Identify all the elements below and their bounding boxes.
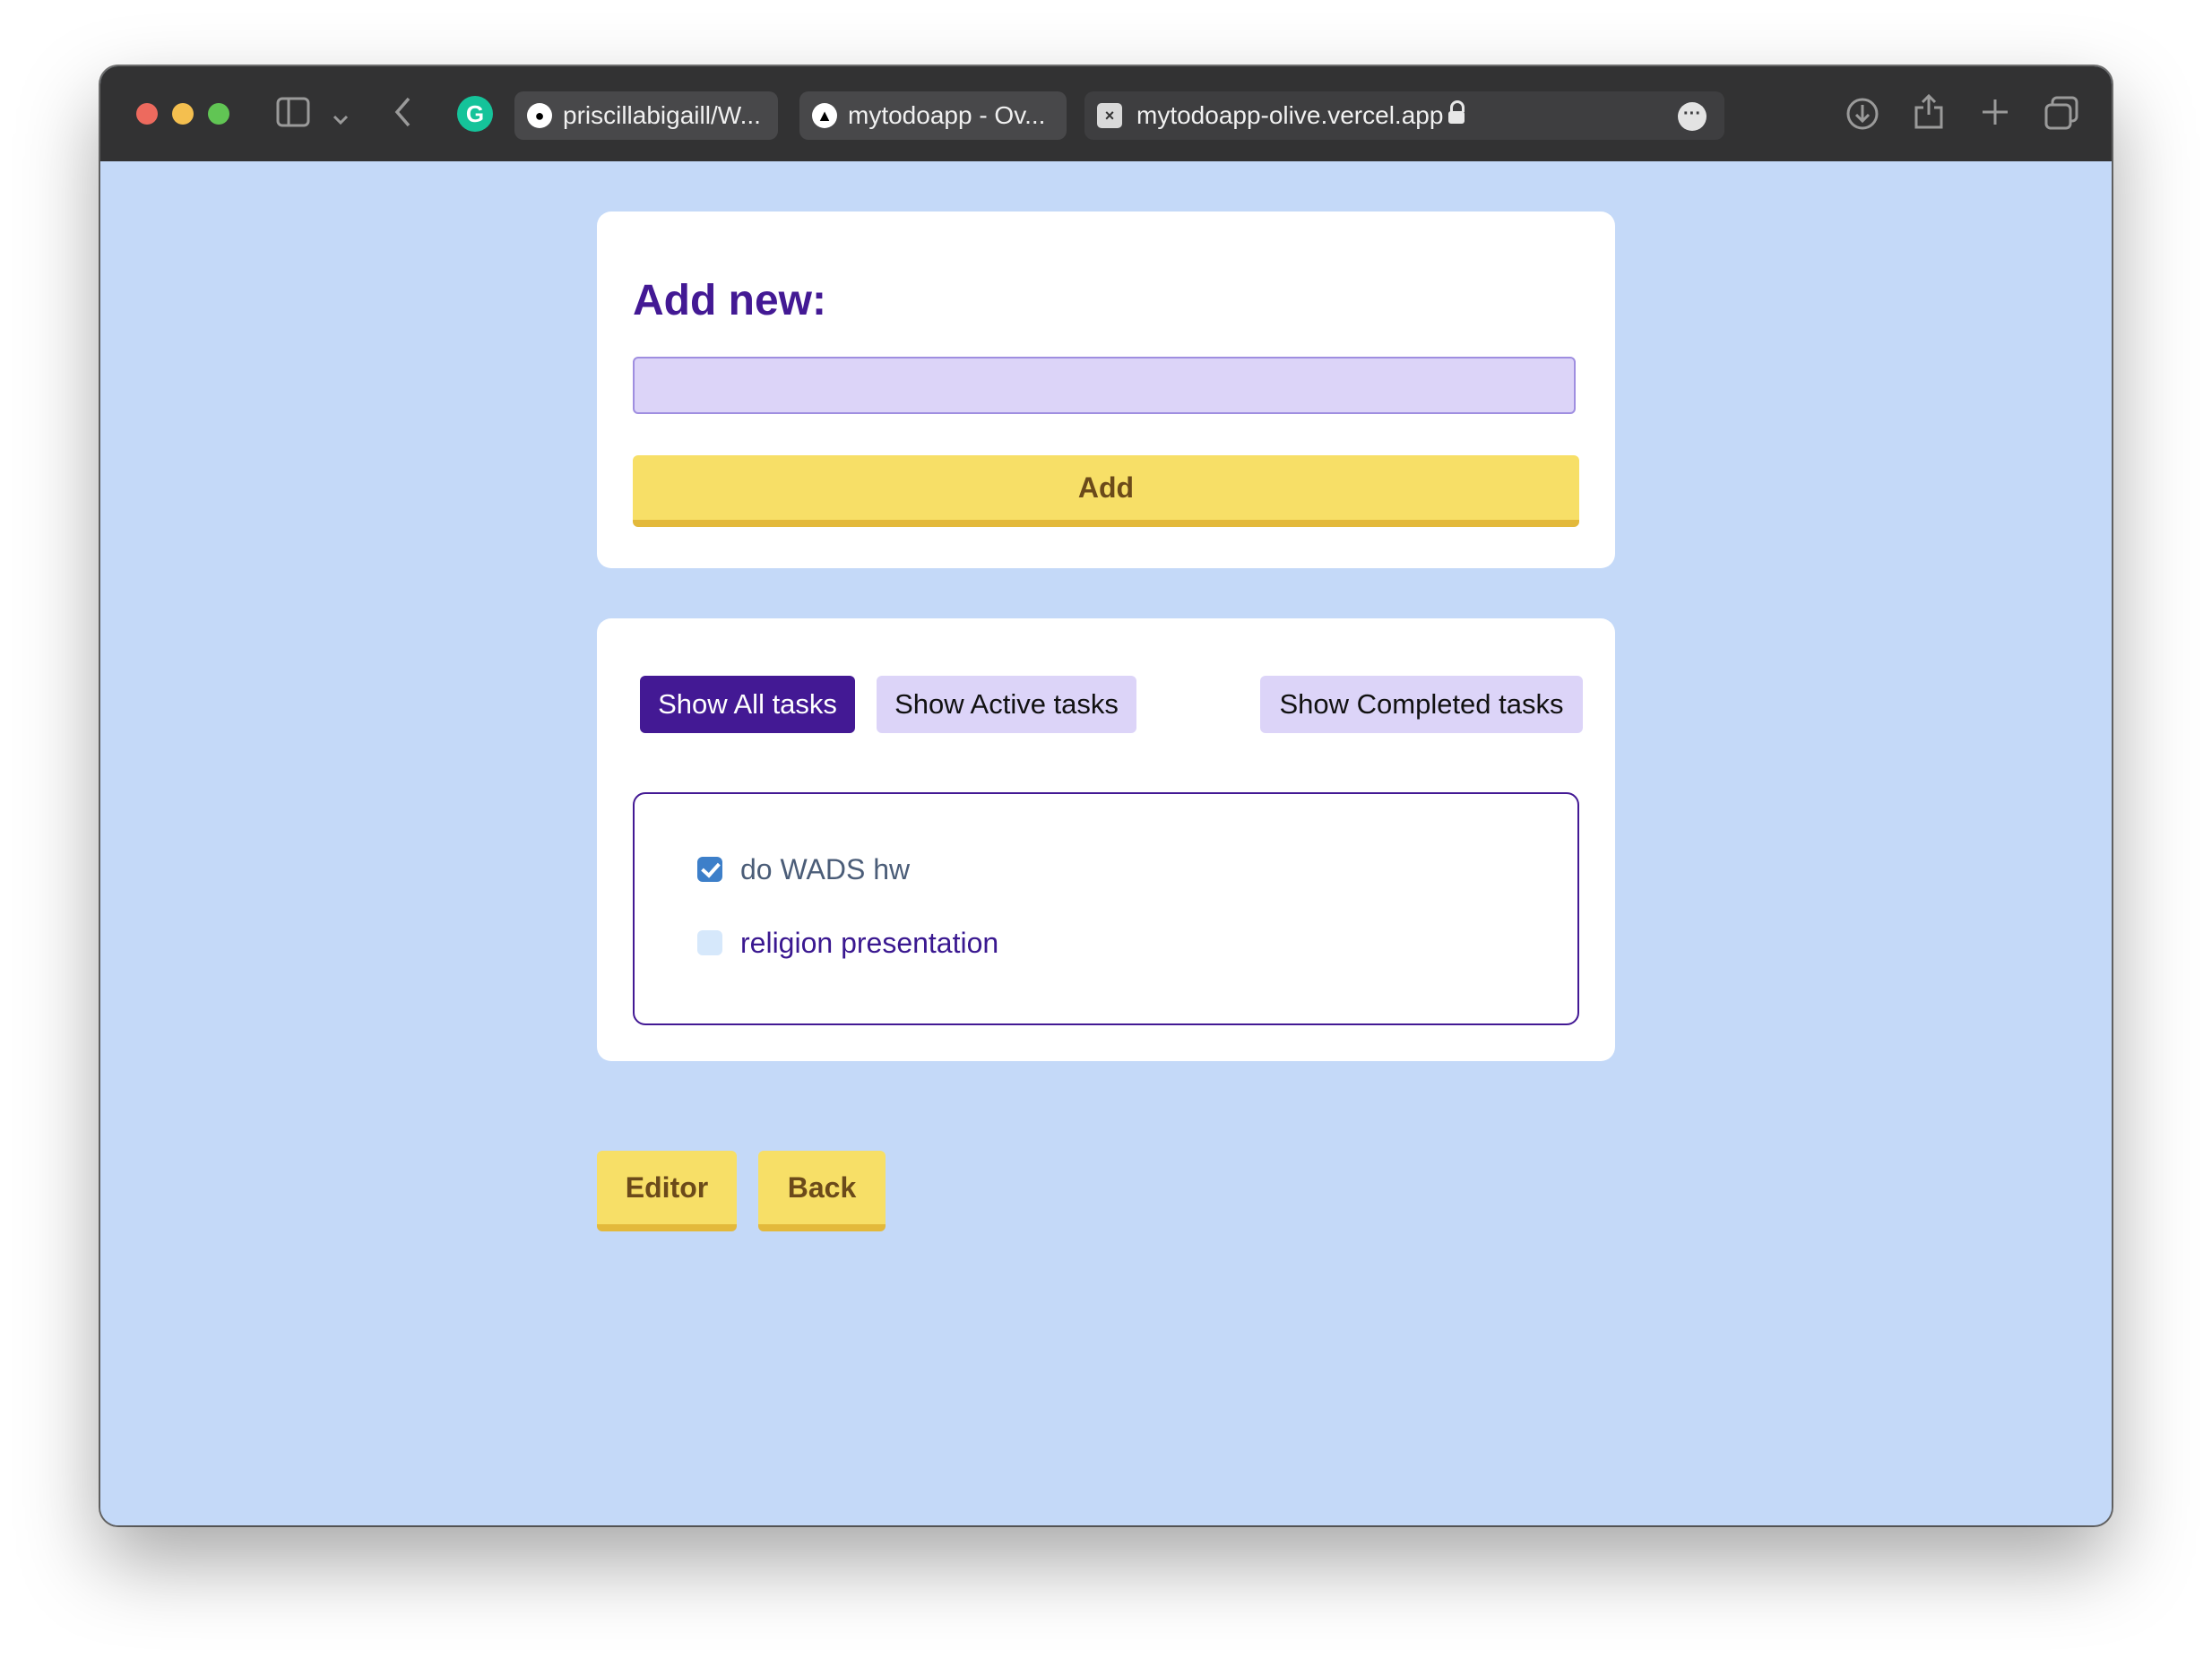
back-button[interactable]: Back	[758, 1151, 886, 1231]
share-icon[interactable]	[1913, 91, 1945, 129]
minimize-window-button[interactable]	[172, 103, 194, 125]
task-label[interactable]: do WADS hw	[740, 851, 910, 887]
tab-github[interactable]: ● priscillabigaill/W...	[514, 91, 778, 140]
close-window-button[interactable]	[136, 103, 158, 125]
github-icon: ●	[527, 103, 552, 128]
filter-all-button[interactable]: Show All tasks	[640, 676, 855, 733]
vercel-icon: ▲	[812, 103, 837, 128]
svg-text:G: G	[466, 100, 484, 127]
grammarly-icon[interactable]: G	[455, 94, 495, 132]
task-list: do WADS hw religion presentation	[633, 792, 1579, 1025]
tab-github-label: priscillabigaill/W...	[563, 101, 761, 129]
task-checkbox[interactable]	[697, 930, 722, 955]
browser-toolbar: G ● priscillabigaill/W... ▲ mytodoapp - …	[100, 66, 2112, 163]
new-tab-icon[interactable]	[1979, 96, 2011, 132]
site-icon: ×	[1097, 103, 1122, 128]
lock-icon	[1448, 100, 1465, 124]
add-new-card: Add new: Add	[597, 212, 1615, 568]
filter-completed-button[interactable]: Show Completed tasks	[1260, 676, 1583, 733]
task-checkbox[interactable]	[697, 857, 722, 882]
download-icon[interactable]	[1845, 96, 1880, 132]
chevron-down-icon[interactable]	[332, 99, 350, 134]
task-label[interactable]: religion presentation	[740, 925, 998, 961]
new-task-input[interactable]	[633, 357, 1576, 414]
address-bar[interactable]: × mytodoapp-olive.vercel.app ···	[1084, 91, 1724, 140]
add-button[interactable]: Add	[633, 455, 1579, 527]
address-url: mytodoapp-olive.vercel.app	[1136, 101, 1444, 129]
task-list-card: Show All tasks Show Active tasks Show Co…	[597, 618, 1615, 1061]
editor-button[interactable]: Editor	[597, 1151, 737, 1231]
tab-vercel-label: mytodoapp - Ov...	[848, 101, 1046, 129]
browser-window: G ● priscillabigaill/W... ▲ mytodoapp - …	[100, 66, 2112, 1525]
sidebar-toggle-icon[interactable]	[276, 97, 310, 133]
tab-vercel[interactable]: ▲ mytodoapp - Ov...	[799, 91, 1067, 140]
zoom-window-button[interactable]	[208, 103, 229, 125]
page-content: Add new: Add Show All tasks Show Active …	[100, 161, 2112, 1525]
add-new-heading: Add new:	[633, 277, 826, 324]
more-options-icon[interactable]: ···	[1678, 102, 1707, 131]
tab-overview-icon[interactable]	[2044, 95, 2079, 131]
back-arrow-icon[interactable]	[393, 95, 414, 131]
filter-active-button[interactable]: Show Active tasks	[877, 676, 1136, 733]
